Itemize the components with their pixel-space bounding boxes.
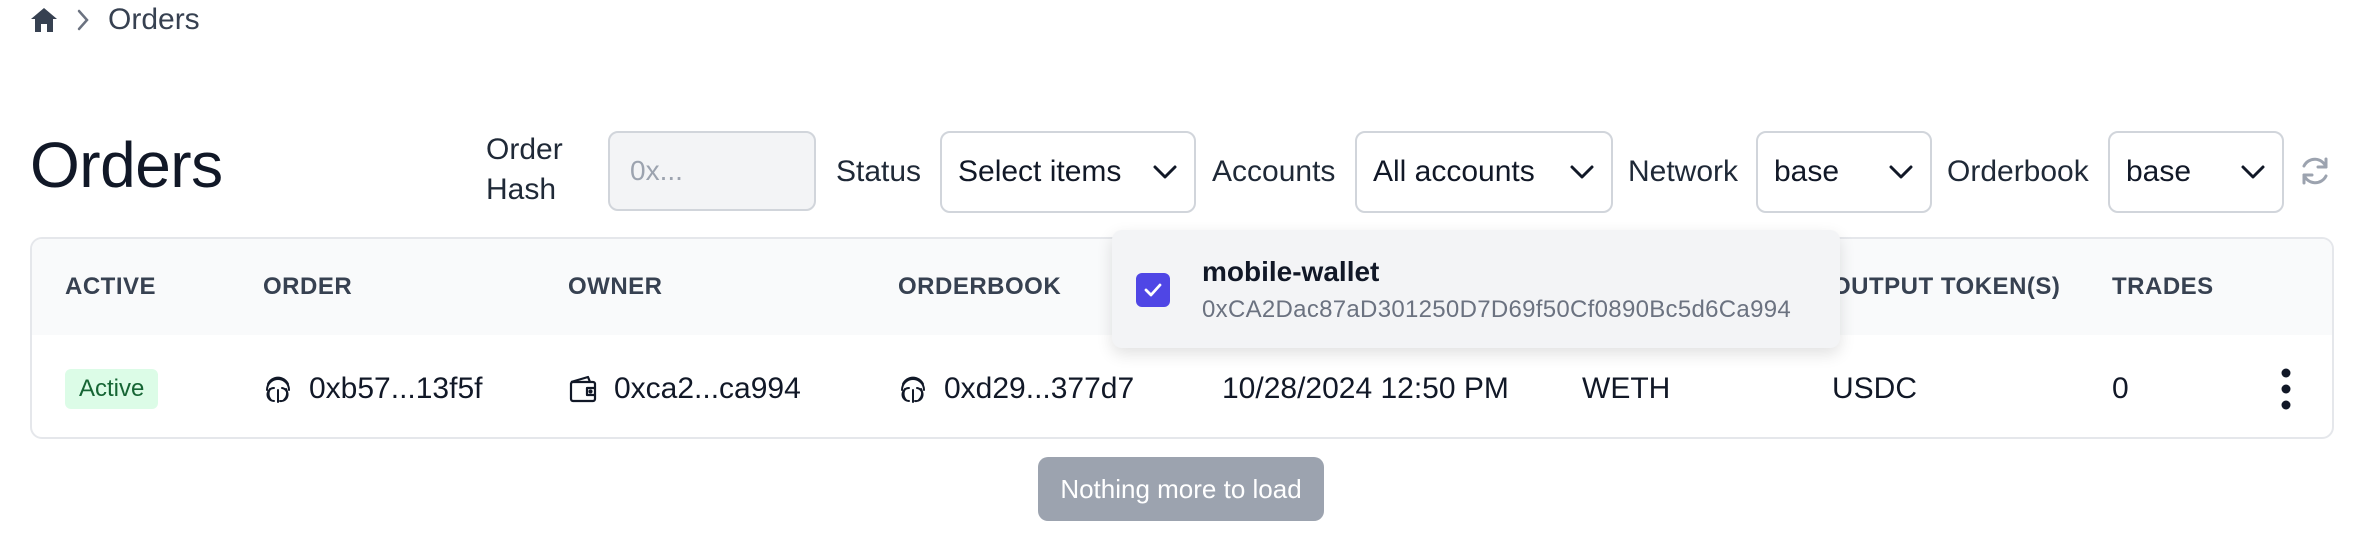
network-select[interactable]: base <box>1756 131 1932 213</box>
wallet-icon <box>568 374 598 404</box>
order-hash: 0xb57...13f5f <box>309 372 483 405</box>
accounts-select[interactable]: All accounts <box>1355 131 1613 213</box>
account-name: mobile-wallet <box>1202 256 1380 287</box>
header-trades: TRADES <box>2112 273 2214 300</box>
kebab-menu-icon[interactable] <box>2280 367 2292 416</box>
cell-output-token: USDC <box>1832 372 1918 405</box>
network-select-value: base <box>1774 155 1840 188</box>
accounts-dropdown: mobile-wallet 0xCA2Dac87aD301250D7D69f50… <box>1112 230 1840 348</box>
header-active: ACTIVE <box>65 273 157 300</box>
check-icon <box>1144 283 1162 297</box>
owner-address: 0xca2...ca994 <box>614 372 801 405</box>
cell-owner[interactable]: 0xca2...ca994 <box>568 337 801 437</box>
status-label: Status <box>836 155 922 188</box>
cell-trades: 0 <box>2112 372 2129 405</box>
orderbook-address: 0xd29...377d7 <box>944 372 1135 405</box>
breadcrumb-current: Orders <box>108 3 200 36</box>
status-badge: Active <box>65 369 159 409</box>
header-order: ORDER <box>263 273 353 300</box>
table-row[interactable]: Active 0xb57...13f5f 0xca2...ca994 0xd29… <box>32 337 2332 437</box>
cell-orderbook[interactable]: 0xd29...377d7 <box>898 337 1135 437</box>
accounts-select-value: All accounts <box>1373 155 1535 188</box>
orderbook-select[interactable]: base <box>2108 131 2284 213</box>
status-select-value: Select items <box>958 155 1122 188</box>
order-hash-label: Order Hash <box>486 133 563 206</box>
fingerprint-icon <box>263 374 293 404</box>
network-label: Network <box>1628 155 1739 188</box>
account-address: 0xCA2Dac87aD301250D7D69f50Cf0890Bc5d6Ca9… <box>1202 296 1792 323</box>
chevron-right-icon <box>76 9 90 31</box>
header-orderbook: ORDERBOOK <box>898 273 1062 300</box>
cell-input-token: WETH <box>1582 372 1671 405</box>
orderbook-label: Orderbook <box>1947 155 2089 188</box>
orderbook-select-value: base <box>2126 155 2192 188</box>
header-output-tokens: OUTPUT TOKEN(S) <box>1832 273 2061 300</box>
accounts-label: Accounts <box>1212 155 1336 188</box>
fingerprint-icon <box>898 374 928 404</box>
header-owner: OWNER <box>568 273 663 300</box>
status-select[interactable]: Select items <box>940 131 1196 213</box>
breadcrumb: Orders <box>30 0 200 40</box>
refresh-icon[interactable] <box>2298 154 2332 193</box>
page-title: Orders <box>30 129 223 201</box>
load-more-button[interactable]: Nothing more to load <box>1038 457 1324 521</box>
order-hash-input[interactable] <box>608 131 816 211</box>
home-icon[interactable] <box>30 7 58 33</box>
cell-active: Active <box>65 337 159 437</box>
cell-created: 10/28/2024 12:50 PM <box>1222 372 1509 405</box>
chevron-down-icon <box>1888 164 1914 180</box>
chevron-down-icon <box>1569 164 1595 180</box>
checkbox[interactable] <box>1136 273 1170 307</box>
cell-order[interactable]: 0xb57...13f5f <box>263 337 483 437</box>
chevron-down-icon <box>2240 164 2266 180</box>
chevron-down-icon <box>1152 164 1178 180</box>
